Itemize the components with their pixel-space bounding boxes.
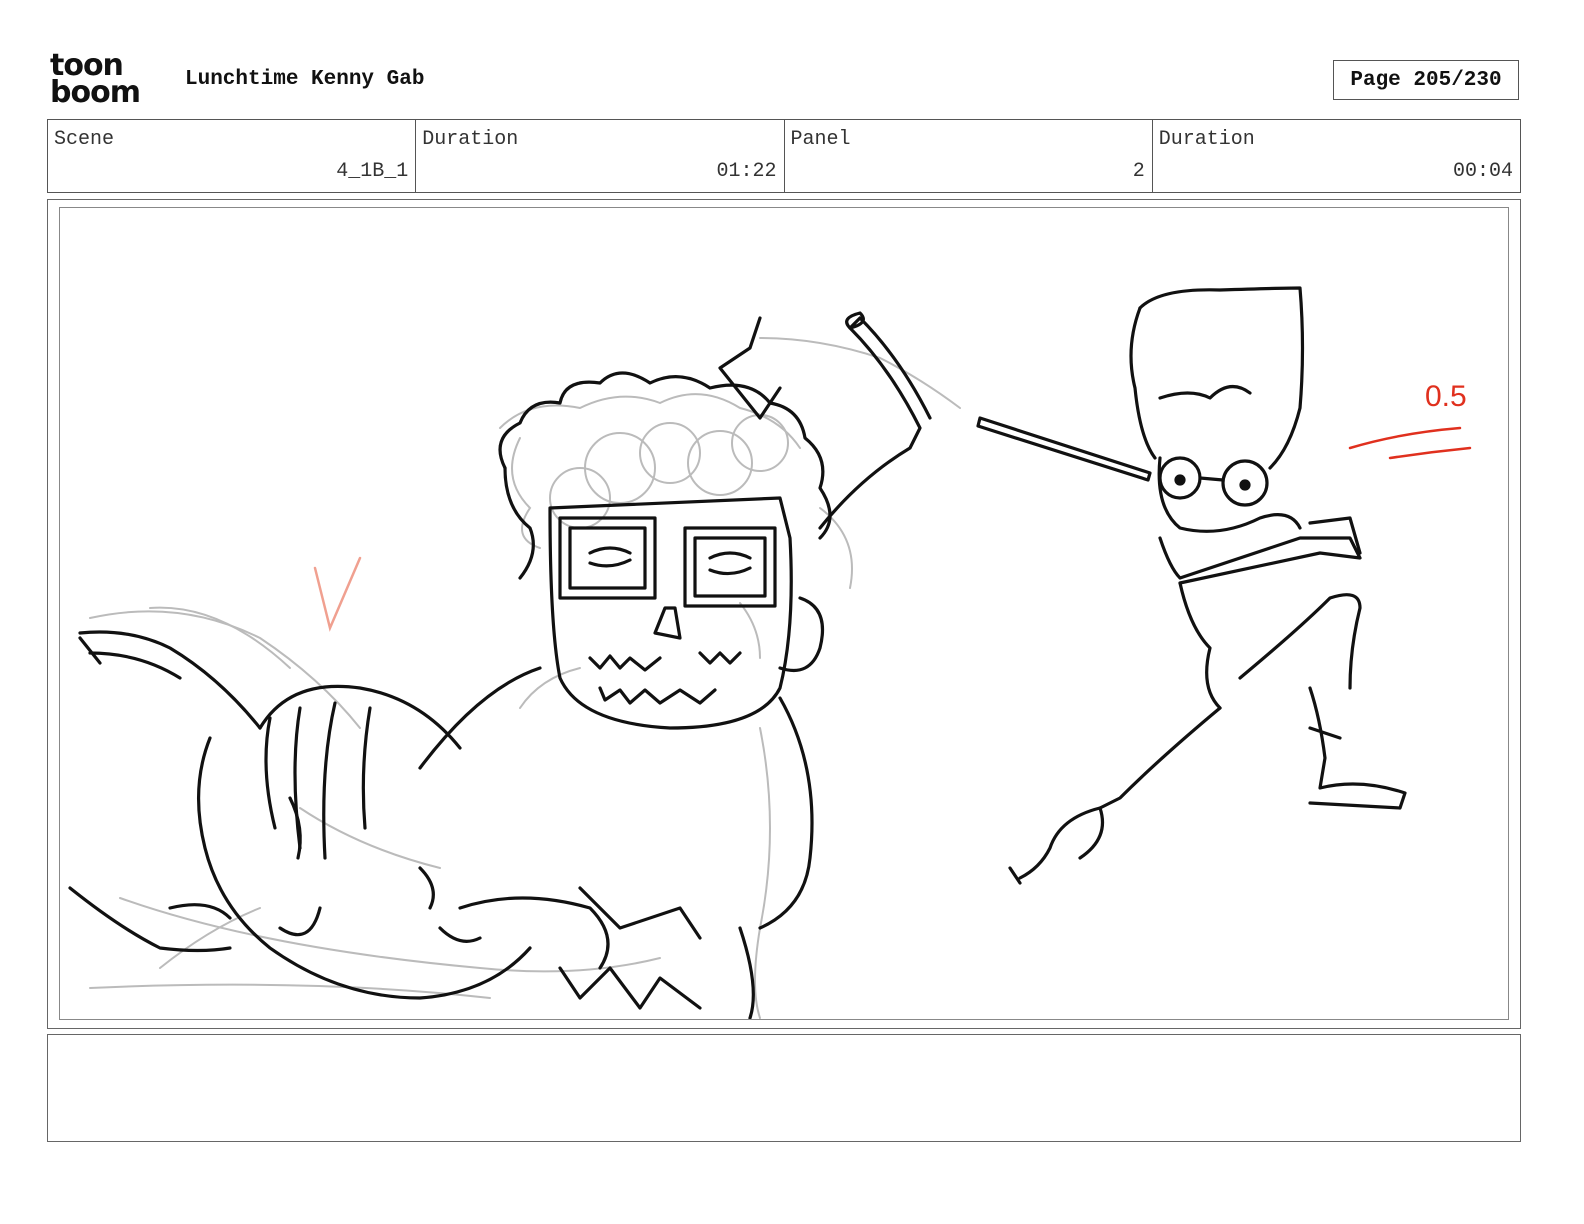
panel-notes xyxy=(47,1034,1521,1142)
timing-note: 0.5 xyxy=(1425,380,1467,413)
panel-duration-label: Duration xyxy=(1158,128,1255,151)
scene-label: Scene xyxy=(54,128,115,151)
scene-duration-label: Duration xyxy=(422,128,519,151)
scene-duration-cell: Duration 01:22 xyxy=(416,120,785,192)
scene-cell: Scene 4_1B_1 xyxy=(48,120,417,192)
toon-boom-logo: toon boom xyxy=(50,51,162,112)
project-title: Lunchtime Kenny Gab xyxy=(185,68,425,91)
storyboard-drawing: 0.5 xyxy=(59,207,1509,1020)
scene-duration-value: 01:22 xyxy=(716,160,777,183)
panel-cell: Panel 2 xyxy=(785,120,1153,192)
scene-value: 4_1B_1 xyxy=(336,160,409,183)
character-line-art xyxy=(68,286,1407,1019)
panel-duration-cell: Duration 00:04 xyxy=(1153,120,1520,192)
rough-sketch-lines xyxy=(89,337,961,1019)
panel-label: Panel xyxy=(790,128,851,151)
sketch-canvas: 0.5 xyxy=(68,286,1472,1019)
panel-duration-value: 00:04 xyxy=(1452,160,1513,183)
logo-line-2: boom xyxy=(50,75,141,110)
page-indicator: Page 205/230 xyxy=(1333,60,1519,100)
panel-value: 2 xyxy=(1132,160,1145,183)
panel-info-table: Scene 4_1B_1 Duration 01:22 Panel 2 Dura… xyxy=(47,119,1521,193)
